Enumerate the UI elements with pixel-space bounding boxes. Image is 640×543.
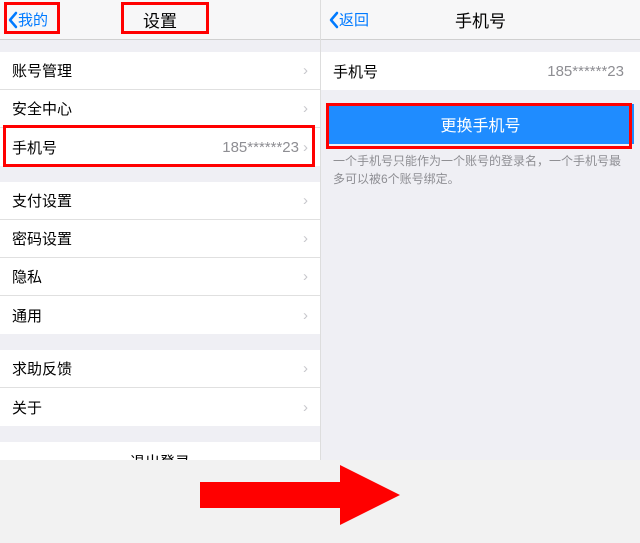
chevron-right-icon: ›: [303, 307, 308, 324]
page-title: 设置: [143, 7, 177, 32]
arrow-icon: [200, 465, 400, 525]
chevron-right-icon: ›: [303, 62, 308, 79]
row-label: 手机号: [333, 61, 547, 82]
logout-button[interactable]: 退出登录: [0, 442, 320, 460]
chevron-right-icon: ›: [303, 100, 308, 117]
row-label: 账号管理: [12, 60, 303, 81]
navbar-right: 返回 手机号: [321, 0, 640, 40]
page-title: 手机号: [455, 7, 506, 32]
row-general[interactable]: 通用 ›: [0, 296, 320, 334]
row-value: 185******23: [547, 63, 624, 80]
phone-screen: 返回 手机号 手机号 185******23 更换手机号 一个手机号只能作为一个…: [320, 0, 640, 460]
back-button[interactable]: 我的: [6, 5, 52, 35]
settings-content: 账号管理 › 安全中心 › 手机号 185******23 › 支付设置 ›: [0, 40, 320, 460]
row-label: 安全中心: [12, 98, 303, 119]
row-label: 通用: [12, 305, 303, 326]
row-account[interactable]: 账号管理 ›: [0, 52, 320, 90]
chevron-right-icon: ›: [303, 230, 308, 247]
row-about[interactable]: 关于 ›: [0, 388, 320, 426]
row-password[interactable]: 密码设置 ›: [0, 220, 320, 258]
navbar-left: 我的 设置: [0, 0, 320, 40]
logout-label: 退出登录: [130, 451, 190, 461]
row-phone-detail[interactable]: 手机号 185******23: [321, 52, 640, 90]
back-label: 我的: [18, 9, 48, 30]
row-value: 185******23: [222, 139, 299, 156]
row-privacy[interactable]: 隐私 ›: [0, 258, 320, 296]
row-label: 隐私: [12, 266, 303, 287]
row-payment[interactable]: 支付设置 ›: [0, 182, 320, 220]
back-button[interactable]: 返回: [327, 5, 373, 35]
settings-screen: 我的 设置 账号管理 › 安全中心 › 手机号 185******23 ›: [0, 0, 320, 460]
chevron-right-icon: ›: [303, 399, 308, 416]
phone-content: 手机号 185******23 更换手机号 一个手机号只能作为一个账号的登录名，…: [321, 40, 640, 460]
back-label: 返回: [339, 9, 369, 30]
chevron-right-icon: ›: [303, 192, 308, 209]
chevron-right-icon: ›: [303, 139, 308, 156]
row-label: 密码设置: [12, 228, 303, 249]
button-label: 更换手机号: [440, 112, 520, 136]
row-label: 关于: [12, 397, 303, 418]
chevron-right-icon: ›: [303, 268, 308, 285]
row-label: 手机号: [12, 137, 222, 158]
change-phone-button[interactable]: 更换手机号: [327, 104, 634, 144]
hint-text: 一个手机号只能作为一个账号的登录名，一个手机号最多可以被6个账号绑定。: [321, 144, 640, 188]
row-label: 支付设置: [12, 190, 303, 211]
row-security[interactable]: 安全中心 ›: [0, 90, 320, 128]
chevron-right-icon: ›: [303, 360, 308, 377]
row-phone[interactable]: 手机号 185******23 ›: [0, 128, 320, 166]
row-help[interactable]: 求助反馈 ›: [0, 350, 320, 388]
row-label: 求助反馈: [12, 358, 303, 379]
